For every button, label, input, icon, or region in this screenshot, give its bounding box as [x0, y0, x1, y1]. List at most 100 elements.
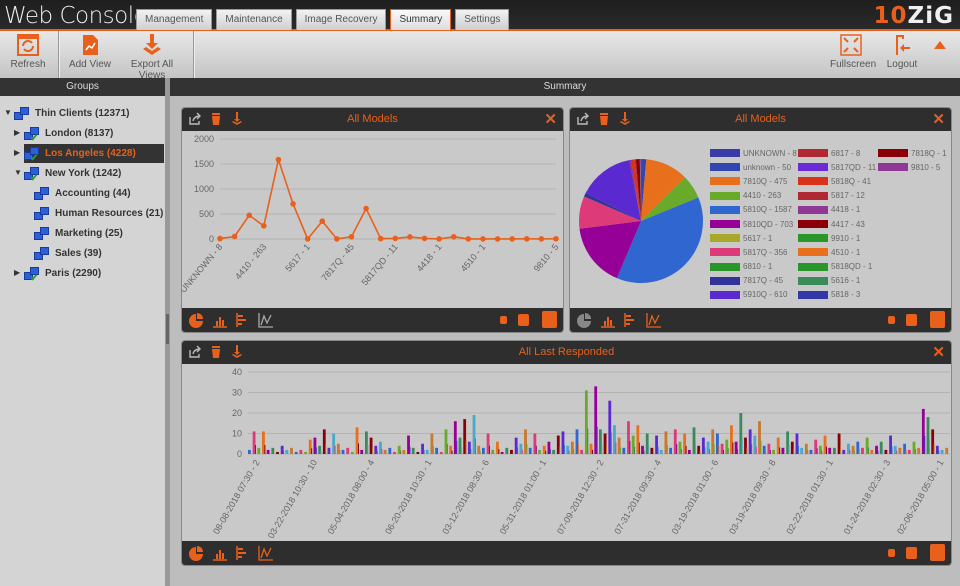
bar[interactable] [917, 447, 921, 454]
size-large-button[interactable] [542, 311, 557, 328]
logout-button[interactable]: Logout [886, 33, 918, 70]
data-point[interactable] [334, 236, 340, 242]
bar[interactable] [425, 449, 429, 454]
legend-item[interactable]: 5817 - 12 [798, 189, 878, 203]
pie-chart-icon[interactable] [188, 312, 204, 328]
data-point[interactable] [304, 236, 311, 242]
bar[interactable] [360, 449, 364, 454]
bar[interactable] [580, 449, 584, 454]
data-point[interactable] [509, 236, 515, 242]
bar[interactable] [285, 449, 289, 454]
bar[interactable] [737, 449, 739, 454]
bar[interactable] [357, 443, 359, 454]
bar[interactable] [629, 440, 631, 454]
delete-icon[interactable] [209, 112, 223, 126]
bar[interactable] [271, 447, 275, 454]
data-point[interactable] [217, 235, 223, 242]
bar[interactable] [538, 449, 541, 454]
bar[interactable] [858, 449, 860, 454]
bar[interactable] [535, 445, 537, 454]
data-point[interactable] [261, 223, 267, 229]
bar[interactable] [708, 449, 710, 454]
bar[interactable] [800, 447, 804, 454]
bar[interactable] [699, 450, 701, 454]
bar[interactable] [793, 449, 795, 454]
bar[interactable] [842, 449, 846, 454]
bar[interactable] [746, 447, 748, 454]
tab-maintenance[interactable]: Maintenance [216, 9, 292, 30]
bar[interactable] [940, 449, 944, 454]
bar[interactable] [552, 449, 556, 454]
bar[interactable] [460, 447, 462, 454]
bar[interactable] [587, 428, 589, 454]
bar[interactable] [400, 450, 402, 454]
data-point[interactable] [494, 236, 501, 242]
bar[interactable] [500, 451, 504, 454]
data-point[interactable] [290, 201, 296, 207]
bar[interactable] [470, 449, 472, 454]
pie-chart-icon[interactable] [188, 545, 204, 561]
bar[interactable] [606, 445, 608, 454]
bar[interactable] [694, 443, 696, 454]
bar[interactable] [517, 447, 519, 454]
share-icon[interactable] [576, 112, 590, 126]
bar[interactable] [870, 449, 874, 454]
tree-item-new-york[interactable]: ✔ New York (1242) [24, 164, 121, 184]
bar[interactable] [255, 444, 257, 454]
bar[interactable] [861, 447, 864, 454]
data-point[interactable] [377, 235, 384, 242]
bar[interactable] [315, 447, 317, 454]
add-view-button[interactable]: Add View [68, 33, 112, 70]
legend-item[interactable]: 9810 - 5 [878, 160, 951, 174]
bar[interactable] [638, 442, 640, 454]
legend-item[interactable]: 5817Q - 356 [710, 245, 798, 259]
bar[interactable] [797, 445, 799, 454]
legend-item[interactable]: 6810 - 1 [710, 260, 798, 274]
bar[interactable] [741, 437, 743, 454]
bar[interactable] [884, 449, 888, 454]
bar[interactable] [402, 449, 406, 454]
bar[interactable] [807, 449, 809, 454]
legend-item[interactable]: 6817 - 8 [798, 146, 878, 160]
bar-chart-icon[interactable] [212, 545, 228, 561]
bar[interactable] [781, 447, 785, 454]
data-point[interactable] [246, 212, 253, 219]
share-icon[interactable] [188, 112, 202, 126]
data-point[interactable] [275, 156, 282, 163]
tree-item-london[interactable]: ✔ London (8137) [24, 124, 113, 144]
bar[interactable] [868, 447, 870, 454]
bar[interactable] [510, 449, 513, 454]
data-point[interactable] [421, 235, 428, 242]
bar[interactable] [882, 449, 884, 454]
bar[interactable] [521, 449, 523, 454]
bar[interactable] [304, 451, 307, 454]
tab-image-recovery[interactable]: Image Recovery [295, 9, 387, 30]
data-point[interactable] [392, 235, 399, 242]
legend-item[interactable]: 5817QD - 11 [798, 160, 878, 174]
bar[interactable] [713, 444, 715, 454]
bar[interactable] [914, 449, 916, 454]
bar[interactable] [877, 450, 879, 454]
tab-summary[interactable]: Summary [390, 9, 452, 30]
legend-item[interactable]: 7818Q - 1 [878, 146, 951, 160]
size-small-button[interactable] [888, 316, 895, 324]
bar[interactable] [788, 444, 790, 454]
bar[interactable] [549, 449, 551, 454]
export-all-views-button[interactable]: Export All Views [120, 33, 184, 81]
bar[interactable] [905, 449, 907, 454]
delete-icon[interactable] [597, 112, 611, 126]
bar[interactable] [659, 449, 663, 454]
bar[interactable] [479, 450, 481, 454]
bar[interactable] [435, 447, 439, 454]
close-icon[interactable]: ✕ [544, 110, 557, 128]
bar[interactable] [751, 444, 753, 454]
bar[interactable] [755, 446, 757, 454]
line-chart-icon[interactable] [258, 312, 274, 328]
bar[interactable] [828, 447, 832, 454]
bar[interactable] [772, 449, 775, 454]
bar[interactable] [350, 451, 354, 454]
horizontal-bar-chart-icon[interactable] [235, 545, 251, 561]
bar[interactable] [491, 449, 495, 454]
data-point[interactable] [407, 234, 413, 240]
bar[interactable] [573, 449, 575, 454]
